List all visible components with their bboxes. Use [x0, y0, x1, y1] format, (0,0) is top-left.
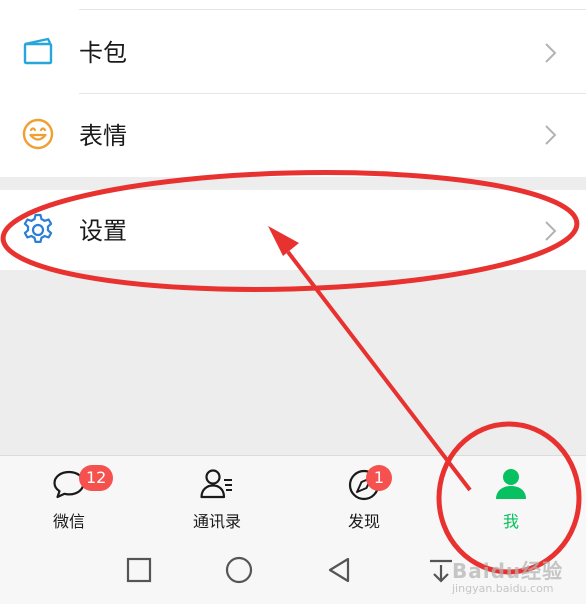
discover-badge: 1	[366, 465, 392, 491]
chevron-right-icon	[545, 43, 557, 63]
bottom-tab-bar: 12 微信 通讯录 1 发现 我	[0, 455, 586, 541]
menu-group-top: 卡包 表情	[0, 0, 586, 177]
card-wallet-icon	[23, 37, 53, 65]
menu-item-card-wallet[interactable]: 卡包	[0, 10, 586, 94]
menu-item-label: 表情	[79, 122, 127, 150]
tab-label: 发现	[347, 512, 380, 531]
person-icon	[496, 469, 526, 499]
tab-contacts[interactable]: 通讯录	[162, 456, 272, 542]
chevron-right-icon	[545, 125, 557, 145]
tab-discover[interactable]: 1 发现	[309, 456, 419, 542]
chevron-right-icon	[545, 221, 557, 241]
tab-label: 我	[502, 512, 519, 531]
sticker-smile-icon	[22, 118, 54, 150]
menu-item-stickers[interactable]: 表情	[0, 94, 586, 178]
menu-item-settings[interactable]: 设置	[0, 190, 586, 274]
watermark-url: jingyan.baidu.com	[452, 582, 554, 595]
unread-count-badge: 12	[79, 465, 114, 491]
menu-group-settings: 设置	[0, 190, 586, 270]
tab-label: 通讯录	[192, 512, 241, 531]
menu-item-label: 设置	[79, 217, 127, 245]
home-circle-icon[interactable]	[224, 555, 254, 585]
watermark-logo: Baidu经验	[452, 559, 564, 583]
menu-item-label: 卡包	[79, 39, 127, 67]
tab-chats[interactable]: 12 微信	[14, 456, 124, 542]
recents-square-icon[interactable]	[124, 555, 154, 585]
contacts-icon	[200, 469, 232, 499]
back-triangle-icon[interactable]	[324, 555, 354, 585]
tab-me[interactable]: 我	[456, 456, 566, 542]
gear-icon	[23, 213, 53, 243]
tab-label: 微信	[52, 512, 85, 531]
